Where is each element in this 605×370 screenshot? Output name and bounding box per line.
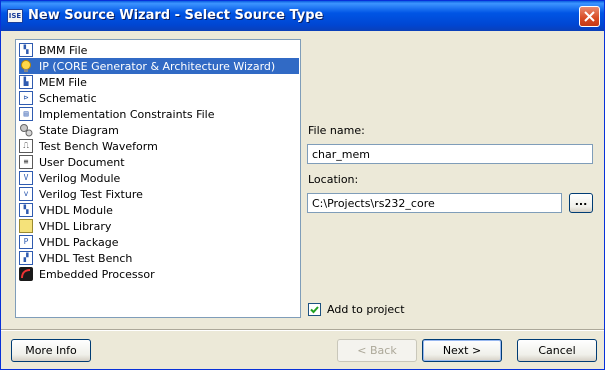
list-item-state-diagram[interactable]: State Diagram [19, 122, 299, 138]
list-item-vhdl-test-bench[interactable]: ▞ VHDL Test Bench [19, 250, 299, 266]
processor-icon [19, 267, 33, 281]
ise-icon: ISE [7, 9, 23, 23]
checkmark-icon [310, 306, 319, 314]
document-icon: ≡ [19, 155, 33, 169]
location-input[interactable]: C:\Projects\rs232_core [307, 193, 562, 213]
verilog-fixture-icon: v [19, 187, 33, 201]
vhdl-package-icon: P [19, 235, 33, 249]
more-info-button[interactable]: More Info [11, 339, 91, 362]
constraints-file-icon: ▤ [19, 107, 33, 121]
close-icon [584, 11, 595, 22]
source-type-list[interactable]: ▚ BMM File IP (CORE Generator & Architec… [15, 39, 301, 318]
file-name-input[interactable]: char_mem [307, 144, 593, 164]
cancel-button[interactable]: Cancel [517, 339, 597, 362]
state-diagram-icon [19, 123, 33, 137]
ip-core-bulb-icon [19, 59, 33, 73]
list-item-vhdl-library[interactable]: VHDL Library [19, 218, 299, 234]
location-label: Location: [308, 173, 359, 186]
list-item-constraints[interactable]: ▤ Implementation Constraints File [19, 106, 299, 122]
waveform-icon: ⎍ [19, 139, 33, 153]
list-item-embedded-processor[interactable]: Embedded Processor [19, 266, 299, 282]
list-item-schematic[interactable]: ⊳ Schematic [19, 90, 299, 106]
browse-button[interactable]: ... [569, 193, 593, 213]
add-to-project-checkbox[interactable] [308, 303, 321, 316]
new-source-wizard-window: ISE New Source Wizard - Select Source Ty… [0, 0, 605, 370]
title-bar[interactable]: ISE New Source Wizard - Select Source Ty… [1, 1, 604, 31]
mem-file-icon: ▙ [19, 75, 33, 89]
list-item-verilog-test-fixture[interactable]: v Verilog Test Fixture [19, 186, 299, 202]
next-button[interactable]: Next > [422, 339, 502, 362]
add-to-project-label: Add to project [327, 303, 405, 316]
schematic-icon: ⊳ [19, 91, 33, 105]
list-item-vhdl-package[interactable]: P VHDL Package [19, 234, 299, 250]
verilog-module-icon: V [19, 171, 33, 185]
footer-separator [1, 329, 604, 331]
file-name-label: File name: [308, 124, 365, 137]
window-title: New Source Wizard - Select Source Type [28, 8, 324, 23]
list-item-test-bench-waveform[interactable]: ⎍ Test Bench Waveform [19, 138, 299, 154]
list-item-bmm-file[interactable]: ▚ BMM File [19, 42, 299, 58]
list-item-user-document[interactable]: ≡ User Document [19, 154, 299, 170]
bmm-file-icon: ▚ [19, 43, 33, 57]
vhdl-testbench-icon: ▞ [19, 251, 33, 265]
vhdl-module-icon: ▚ [19, 203, 33, 217]
vhdl-library-icon [19, 219, 33, 233]
list-item-verilog-module[interactable]: V Verilog Module [19, 170, 299, 186]
list-item-ip-core[interactable]: IP (CORE Generator & Architecture Wizard… [19, 58, 299, 74]
list-item-vhdl-module[interactable]: ▚ VHDL Module [19, 202, 299, 218]
list-item-mem-file[interactable]: ▙ MEM File [19, 74, 299, 90]
close-button[interactable] [579, 6, 600, 27]
back-button[interactable]: < Back [337, 339, 417, 362]
